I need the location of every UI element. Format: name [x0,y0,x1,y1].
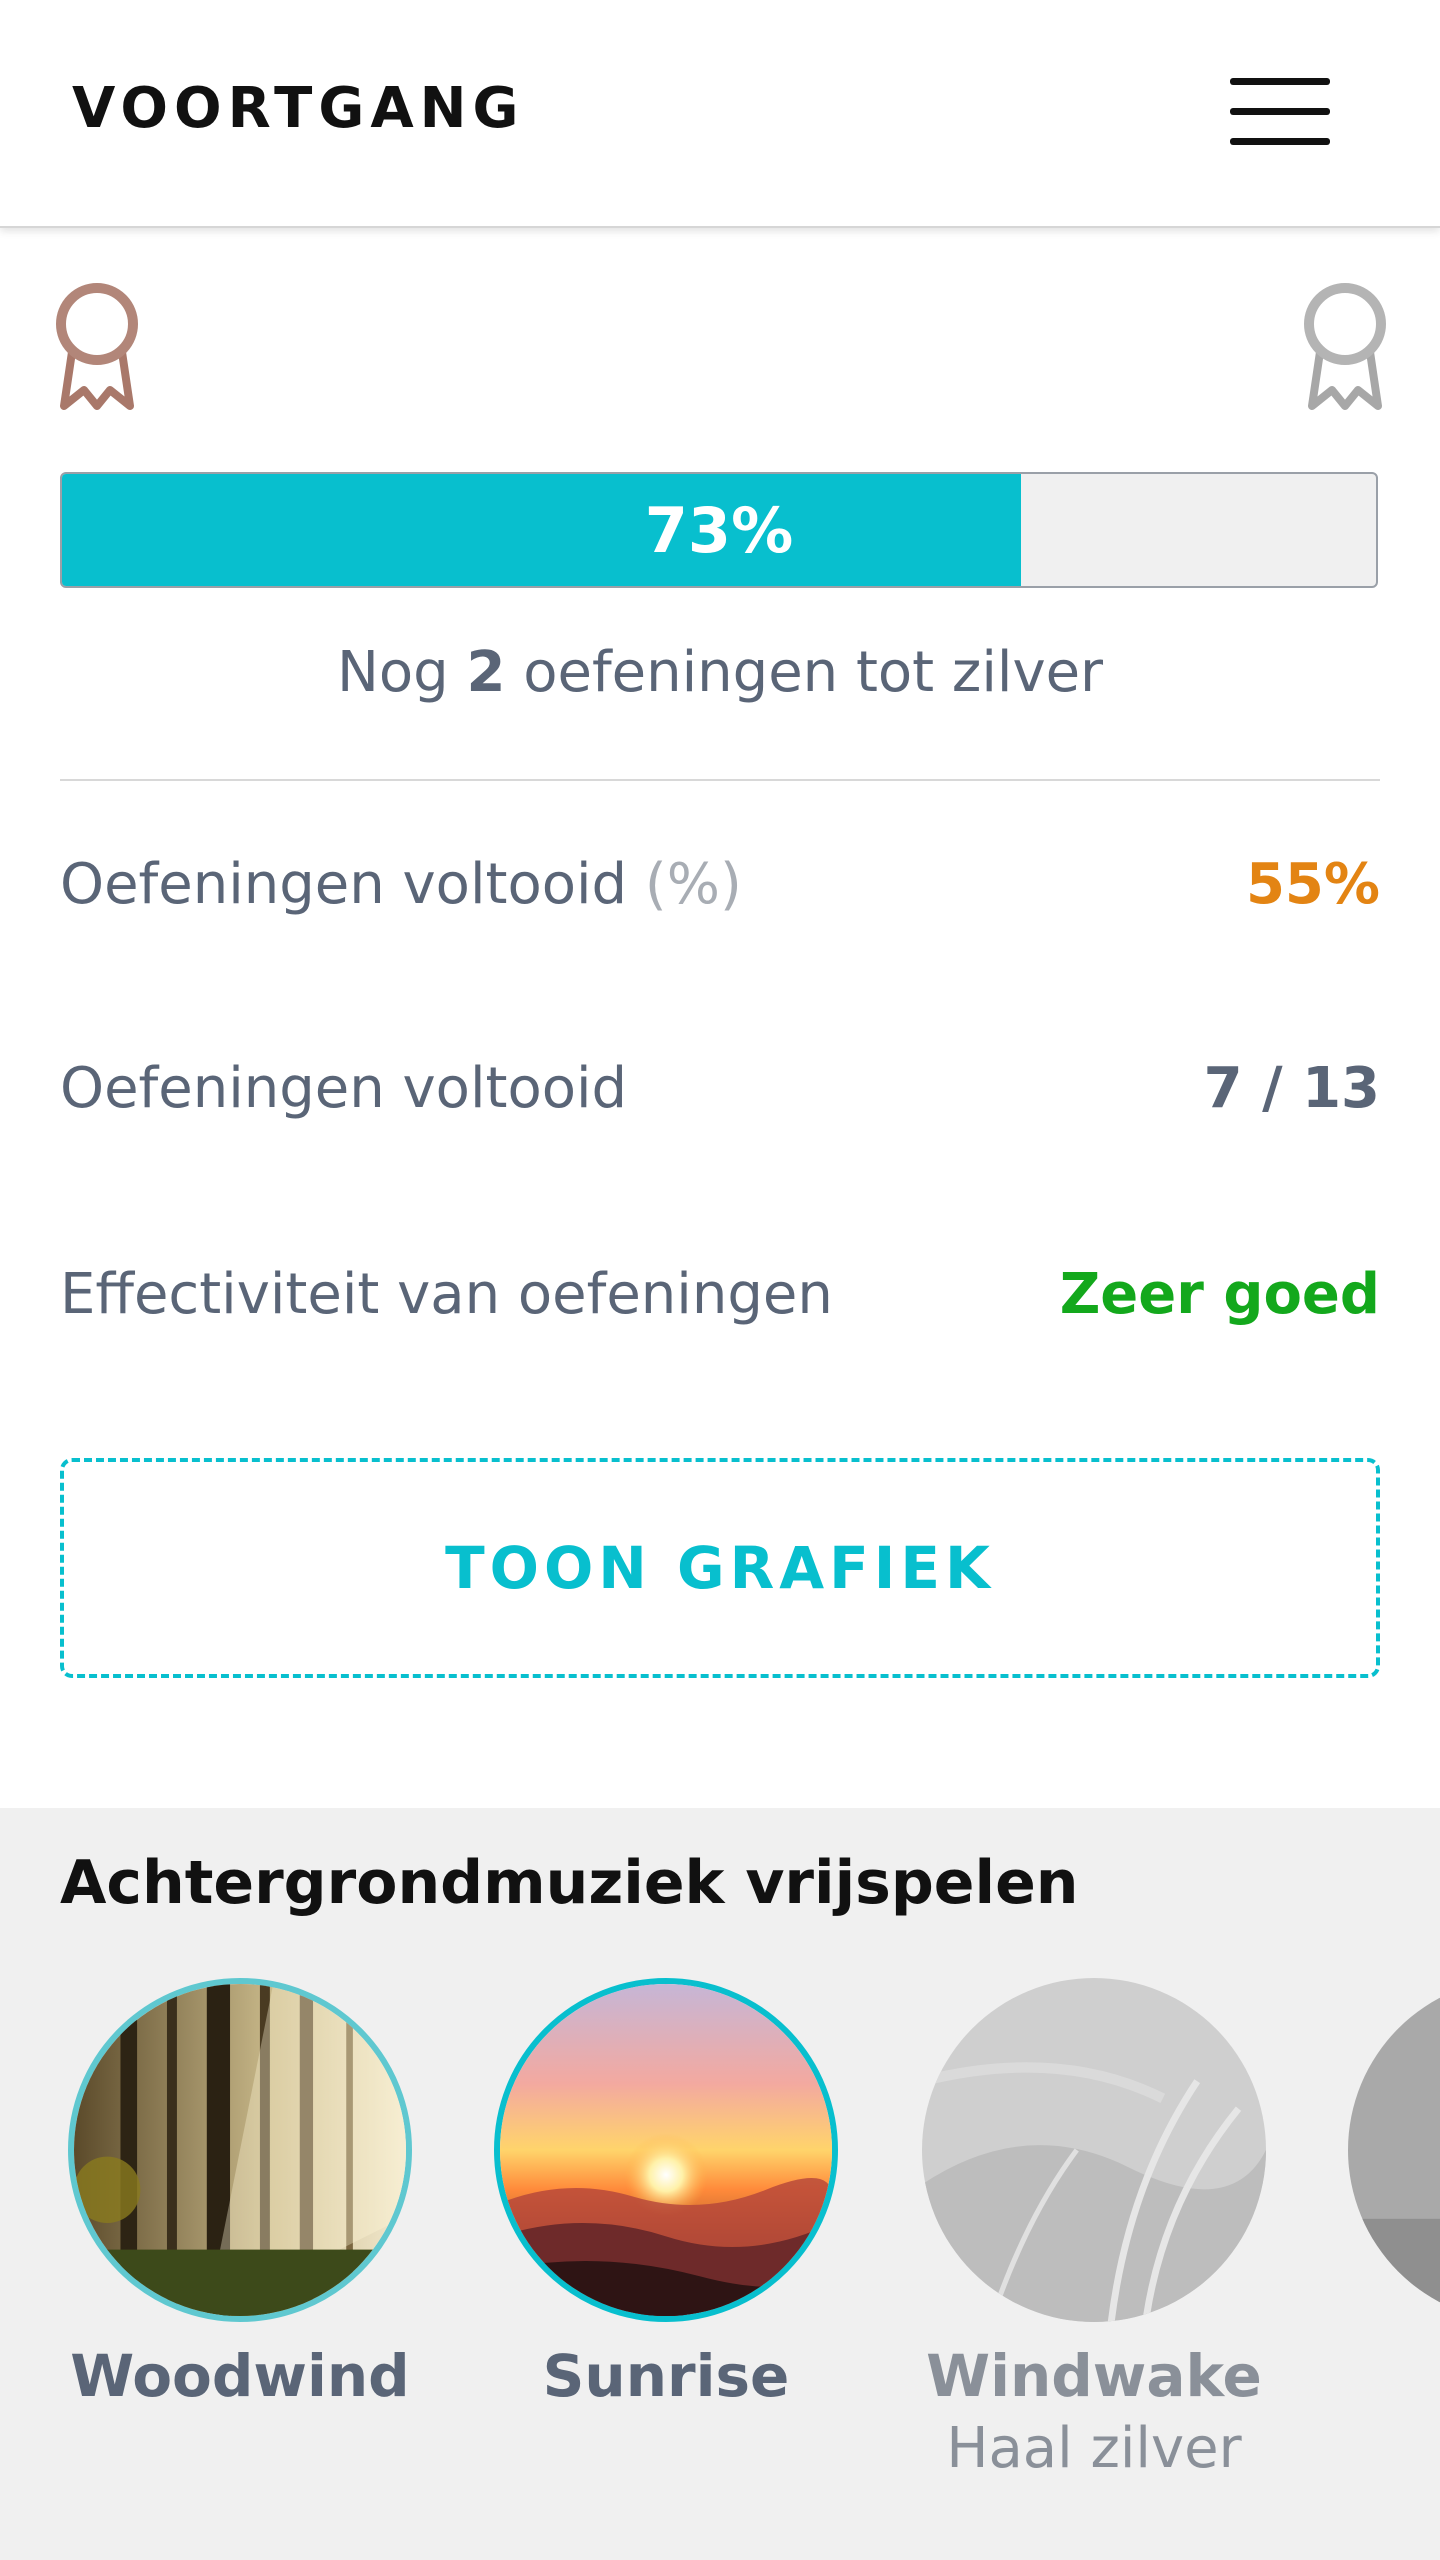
divider [60,779,1380,781]
stat-label: Oefeningen voltooid [60,1056,627,1121]
progress-percentage: 73% [644,493,794,567]
track-status: Haal zilver [946,2416,1242,2481]
stat-label: Oefeningen voltooid (%) [60,852,742,917]
track-status: Ha [1340,2342,1440,2407]
track-sunrise[interactable]: Sunrise [486,1978,846,2410]
menu-bar [1230,78,1330,85]
silver-medal-icon [1300,282,1390,412]
stat-label-text: Effectiviteit van oefeningen [60,1262,833,1327]
music-section: Achtergrondmuziek vrijspelen Woodwind Su… [0,1808,1440,2560]
stat-row-completed-percent: Oefeningen voltooid (%) 55% [60,852,1380,942]
track-name: Sunrise [542,2342,790,2410]
show-graph-button[interactable]: TOON GRAFIEK [60,1458,1380,1678]
stat-label-hint: (%) [644,852,742,917]
progress-bar: 73% [60,472,1378,588]
track-windwake[interactable]: Windwake Haal zilver [914,1978,1274,2481]
stat-value: 55% [1245,852,1380,917]
track-name: Windwake [926,2342,1262,2410]
stat-label-text: Oefeningen voltooid [60,852,628,917]
subtext-prefix: Nog [336,640,449,705]
track-partial[interactable]: Ha [1340,1978,1440,2407]
menu-bar [1230,138,1330,145]
app-header: VOORTGANG [0,0,1440,228]
locked-image [1348,1978,1440,2322]
subtext-suffix: oefeningen tot zilver [523,640,1104,705]
stat-row-completed-count: Oefeningen voltooid 7 / 13 [60,1056,1380,1146]
stat-label: Effectiviteit van oefeningen [60,1262,833,1327]
sunrise-image [494,1978,838,2322]
progress-subtext: Nog 2 oefeningen tot zilver [0,640,1440,705]
forest-image [68,1978,412,2322]
hamburger-menu-icon[interactable] [1230,78,1330,146]
stat-label-text: Oefeningen voltooid [60,1056,628,1121]
stat-value: 7 / 13 [1203,1056,1380,1121]
bronze-medal-icon [52,282,142,412]
subtext-count: 2 [466,640,506,705]
track-name: Woodwind [70,2342,410,2410]
menu-bar [1230,108,1330,115]
stat-row-effectiveness: Effectiviteit van oefeningen Zeer goed [60,1262,1380,1352]
section-title: Achtergrondmuziek vrijspelen [60,1848,1079,1918]
grass-image [922,1978,1266,2322]
stat-value: Zeer goed [1059,1262,1380,1327]
track-woodwind[interactable]: Woodwind [60,1978,420,2410]
show-graph-label: TOON GRAFIEK [445,1534,995,1602]
page-title: VOORTGANG [72,76,525,141]
